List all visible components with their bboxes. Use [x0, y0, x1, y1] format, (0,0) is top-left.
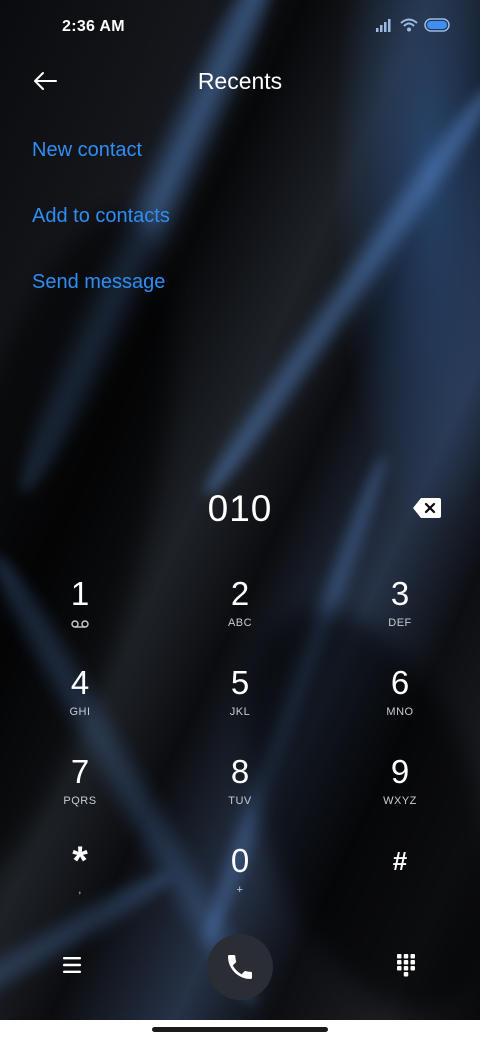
- add-to-contacts-button[interactable]: Add to contacts: [32, 202, 170, 268]
- key-letters: ABC: [227, 617, 253, 629]
- send-message-button[interactable]: Send message: [32, 268, 170, 334]
- key-8[interactable]: 8 TUV: [180, 750, 300, 830]
- key-digit: 0: [230, 842, 250, 879]
- key-1[interactable]: 1: [20, 572, 140, 652]
- dialpad-icon[interactable]: [395, 953, 417, 977]
- key-digit: *: [72, 839, 88, 883]
- voicemail-icon: [71, 620, 89, 628]
- key-digit: #: [392, 846, 408, 876]
- key-9[interactable]: 9 WXYZ: [340, 750, 460, 830]
- header: Recents: [0, 56, 480, 108]
- status-time: 2:36 AM: [62, 18, 125, 35]
- status-bar: 2:36 AM: [0, 0, 480, 56]
- home-indicator[interactable]: [152, 1027, 328, 1032]
- key-star[interactable]: * ,: [20, 839, 140, 919]
- key-letters: ,: [78, 884, 82, 896]
- key-letters: MNO: [386, 706, 414, 718]
- key-digit: 5: [230, 664, 250, 701]
- key-digit: 4: [70, 664, 90, 701]
- key-digit: 2: [230, 575, 250, 612]
- new-contact-button[interactable]: New contact: [32, 136, 170, 202]
- key-letters: GHI: [69, 706, 91, 718]
- status-icons: [376, 18, 452, 32]
- signal-icon: [376, 19, 391, 32]
- wifi-icon: [400, 18, 418, 32]
- key-digit: 7: [70, 753, 90, 790]
- hamburger-menu-icon[interactable]: [61, 955, 85, 975]
- key-digit: 3: [390, 575, 410, 612]
- phone-icon: [228, 955, 252, 979]
- key-letters: JKL: [229, 706, 251, 718]
- key-hash[interactable]: #: [340, 839, 460, 919]
- key-digit: 8: [230, 753, 250, 790]
- key-2[interactable]: 2 ABC: [180, 572, 300, 652]
- battery-icon: [424, 18, 450, 32]
- key-letters: +: [236, 884, 244, 896]
- key-letters: TUV: [228, 795, 252, 807]
- key-digit: 9: [390, 753, 410, 790]
- key-3[interactable]: 3 DEF: [340, 572, 460, 652]
- page-title: Recents: [197, 68, 283, 94]
- call-button[interactable]: [207, 934, 273, 1000]
- key-5[interactable]: 5 JKL: [180, 661, 300, 741]
- backspace-icon[interactable]: [412, 497, 442, 519]
- key-0[interactable]: 0 +: [180, 839, 300, 919]
- key-6[interactable]: 6 MNO: [340, 661, 460, 741]
- key-4[interactable]: 4 GHI: [20, 661, 140, 741]
- key-letters: PQRS: [63, 795, 97, 807]
- key-digit: 6: [390, 664, 410, 701]
- dialed-number: 010: [207, 488, 273, 529]
- key-letters: DEF: [388, 617, 412, 629]
- key-letters: WXYZ: [383, 795, 417, 807]
- options-menu: New contact Add to contacts Send message: [32, 136, 170, 334]
- key-digit: 1: [70, 575, 90, 612]
- key-7[interactable]: 7 PQRS: [20, 750, 140, 830]
